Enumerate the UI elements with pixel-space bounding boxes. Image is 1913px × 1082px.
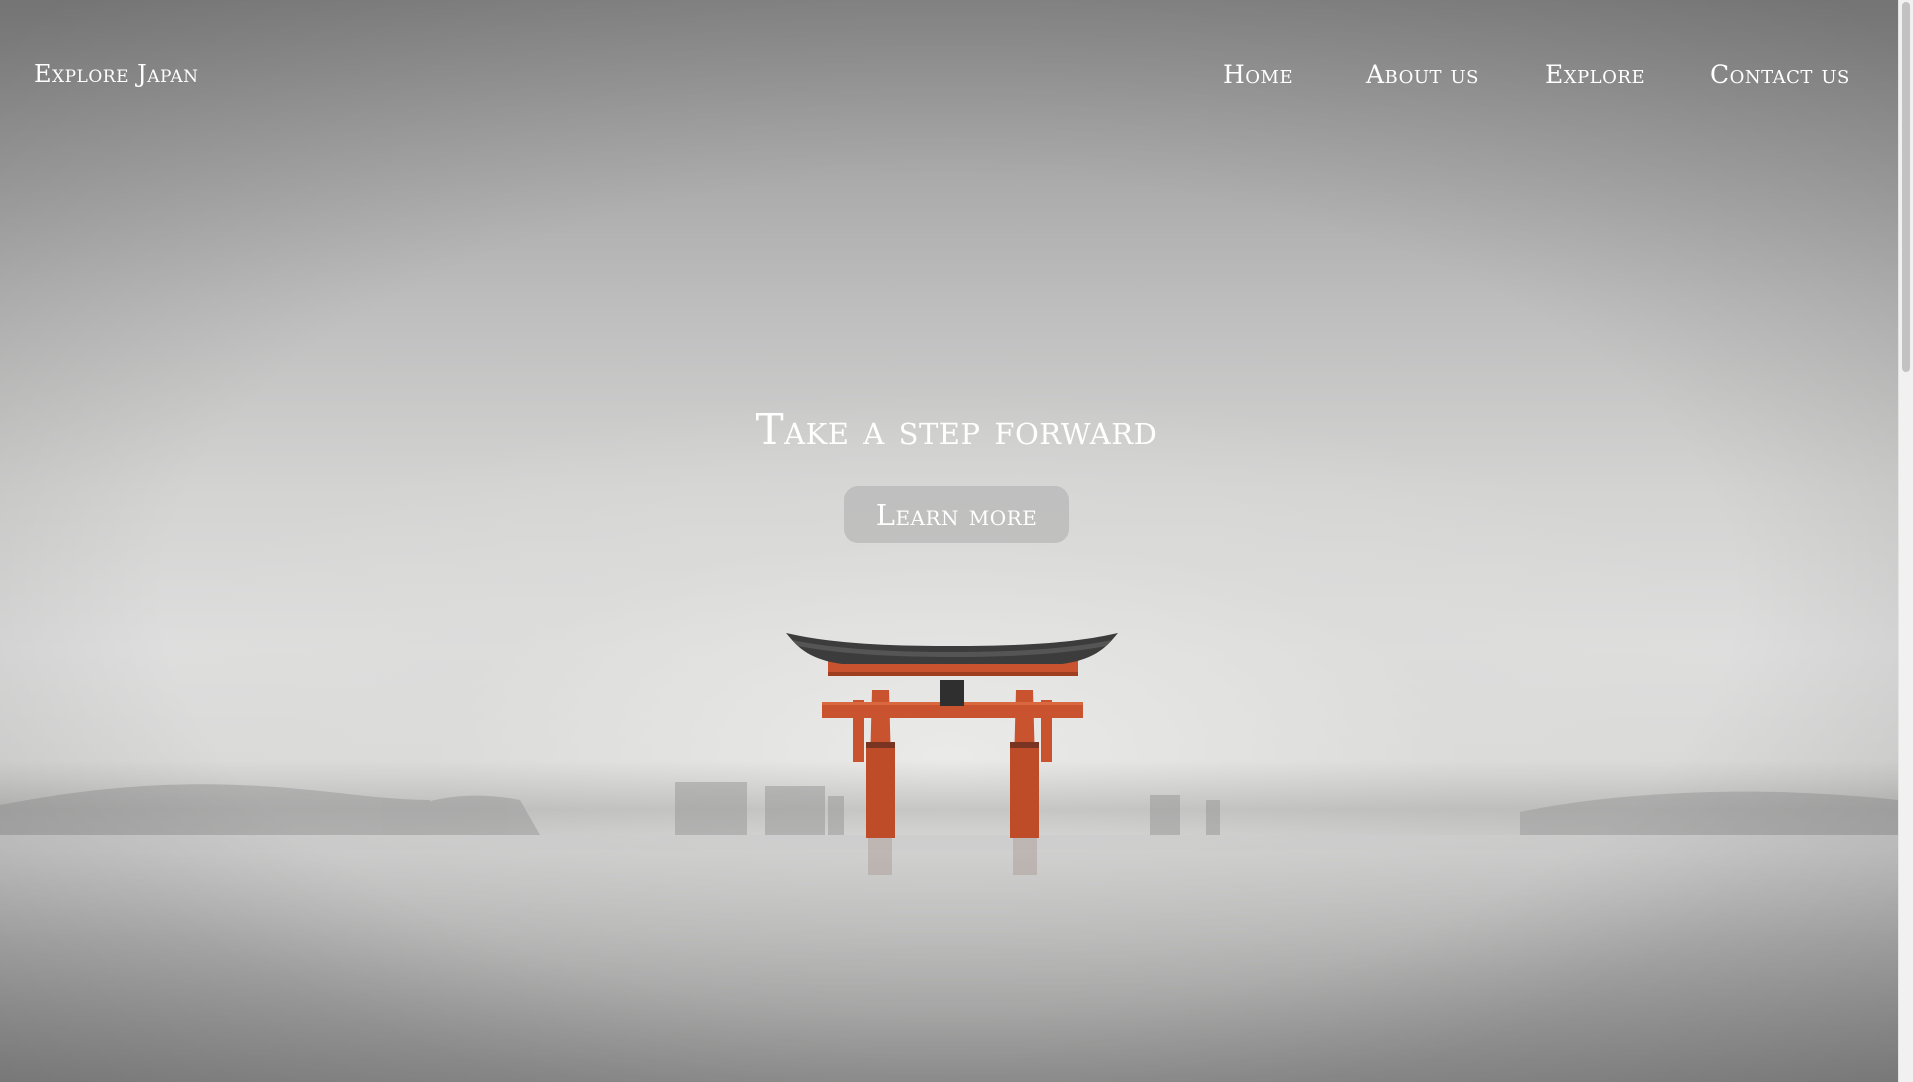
- brand-logo-link[interactable]: Explore Japan: [34, 60, 199, 88]
- nav-link-explore[interactable]: Explore: [1545, 60, 1645, 89]
- scrollbar-thumb[interactable]: [1902, 2, 1910, 372]
- top-navbar: Explore Japan Home About us Explore Cont…: [0, 0, 1898, 150]
- vertical-scrollbar[interactable]: [1898, 0, 1913, 1082]
- page: Explore Japan Home About us Explore Cont…: [0, 0, 1913, 1082]
- distant-skyline: [0, 782, 1898, 835]
- nav-link-about-us[interactable]: About us: [1366, 60, 1479, 89]
- hero-headline: Take a step forward: [755, 405, 1158, 454]
- nav-link-contact-us[interactable]: Contact us: [1710, 60, 1850, 89]
- nav-link-home[interactable]: Home: [1223, 60, 1293, 89]
- torii-gate-illustration: [786, 633, 1118, 875]
- hero-section: Explore Japan Home About us Explore Cont…: [0, 0, 1898, 1082]
- learn-more-button[interactable]: Learn more: [844, 486, 1069, 543]
